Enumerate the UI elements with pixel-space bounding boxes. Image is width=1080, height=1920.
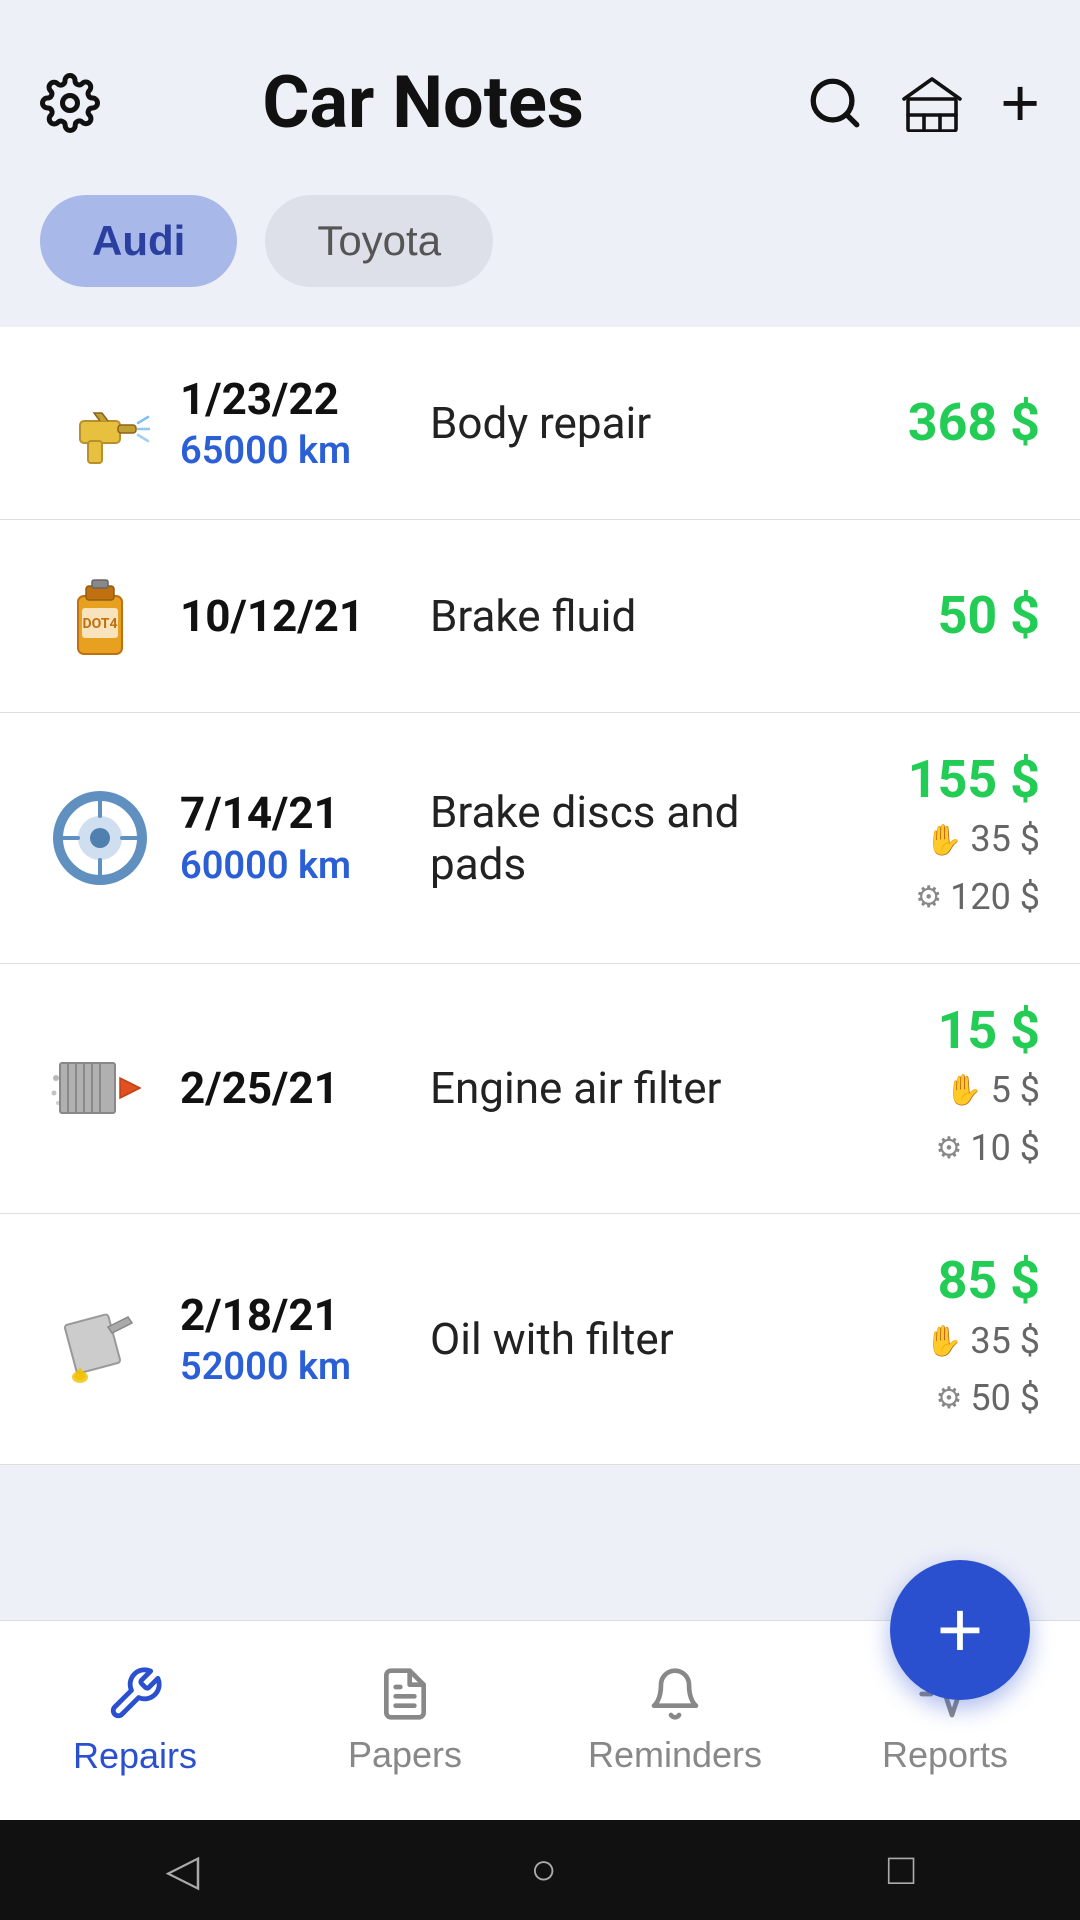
labor-icon: ✋ bbox=[925, 823, 962, 858]
tab-audi[interactable]: Audi bbox=[40, 195, 237, 287]
repair-date-section: 10/12/21 bbox=[180, 590, 400, 643]
repair-date: 1/23/22 bbox=[180, 373, 400, 426]
repair-labor-cost: 5 $ bbox=[991, 1062, 1040, 1120]
repair-icon-filter bbox=[40, 1028, 160, 1148]
header: Car Notes + bbox=[0, 0, 1080, 175]
labor-icon: ✋ bbox=[925, 1324, 962, 1359]
repair-item-air-filter[interactable]: 2/25/21 Engine air filter 15 $ ✋ 5 $ ⚙ 1… bbox=[0, 964, 1080, 1215]
labor-icon: ✋ bbox=[945, 1073, 982, 1108]
svg-text:DOT4: DOT4 bbox=[82, 616, 117, 632]
search-button[interactable] bbox=[806, 74, 864, 132]
repair-name: Brake fluid bbox=[430, 590, 800, 642]
repair-list: 1/23/22 65000 km Body repair 368 $ DOT4 … bbox=[0, 327, 1080, 1465]
repair-cost: 15 $ ✋ 5 $ ⚙ 10 $ bbox=[820, 1000, 1040, 1178]
repair-labor: ✋ 35 $ bbox=[820, 811, 1040, 869]
repair-item-brake-discs[interactable]: 7/14/21 60000 km Brake discs and pads 15… bbox=[0, 713, 1080, 964]
repair-total: 50 $ bbox=[820, 585, 1040, 647]
repair-labor: ✋ 5 $ bbox=[820, 1062, 1040, 1120]
repair-labor-cost: 35 $ bbox=[970, 1313, 1040, 1371]
papers-icon bbox=[377, 1666, 433, 1722]
repair-km: 60000 km bbox=[180, 844, 400, 888]
repair-total: 85 $ bbox=[820, 1250, 1040, 1312]
repair-name: Engine air filter bbox=[430, 1062, 800, 1114]
nav-reminders[interactable]: Reminders bbox=[540, 1621, 810, 1820]
repair-date-section: 7/14/21 60000 km bbox=[180, 787, 400, 888]
nav-repairs[interactable]: Repairs bbox=[0, 1621, 270, 1820]
repair-date: 2/18/21 bbox=[180, 1289, 400, 1342]
repair-item-body-repair[interactable]: 1/23/22 65000 km Body repair 368 $ bbox=[0, 327, 1080, 520]
add-repair-fab[interactable]: + bbox=[890, 1560, 1030, 1700]
nav-papers[interactable]: Papers bbox=[270, 1621, 540, 1820]
repair-cost: 50 $ bbox=[820, 585, 1040, 647]
nav-repairs-label: Repairs bbox=[73, 1735, 197, 1777]
repair-parts: ⚙ 120 $ bbox=[820, 869, 1040, 927]
nav-papers-label: Papers bbox=[348, 1734, 462, 1776]
repair-parts-cost: 50 $ bbox=[970, 1370, 1040, 1428]
bell-icon bbox=[647, 1666, 703, 1722]
repair-parts: ⚙ 50 $ bbox=[820, 1370, 1040, 1428]
parts-icon: ⚙ bbox=[915, 880, 942, 915]
repair-date-section: 2/18/21 52000 km bbox=[180, 1289, 400, 1390]
parts-icon: ⚙ bbox=[935, 1131, 962, 1166]
repair-item-oil-filter[interactable]: 2/18/21 52000 km Oil with filter 85 $ ✋ … bbox=[0, 1214, 1080, 1465]
repair-icon-fluid: DOT4 bbox=[40, 556, 160, 676]
repair-cost: 155 $ ✋ 35 $ ⚙ 120 $ bbox=[820, 749, 1040, 927]
repair-item-brake-fluid[interactable]: DOT4 10/12/21 Brake fluid 50 $ bbox=[0, 520, 1080, 713]
car-filter-tabs: Audi Toyota bbox=[0, 175, 1080, 317]
repair-icon-disc bbox=[40, 778, 160, 898]
add-header-button[interactable]: + bbox=[1000, 64, 1040, 142]
repair-cost: 85 $ ✋ 35 $ ⚙ 50 $ bbox=[820, 1250, 1040, 1428]
wrench-icon bbox=[106, 1665, 164, 1723]
repair-parts-cost: 120 $ bbox=[950, 869, 1040, 927]
repair-icon-spray bbox=[40, 363, 160, 483]
repair-name: Body repair bbox=[430, 397, 800, 449]
android-home[interactable]: ○ bbox=[530, 1845, 557, 1895]
repair-name: Brake discs and pads bbox=[430, 786, 800, 890]
repair-date: 2/25/21 bbox=[180, 1062, 400, 1115]
repair-total: 155 $ bbox=[820, 749, 1040, 811]
repair-total: 368 $ bbox=[820, 392, 1040, 454]
repair-km: 65000 km bbox=[180, 429, 400, 473]
repair-name: Oil with filter bbox=[430, 1313, 800, 1365]
repair-cost: 368 $ bbox=[820, 392, 1040, 454]
repair-labor-cost: 35 $ bbox=[970, 811, 1040, 869]
page-title: Car Notes bbox=[40, 60, 806, 145]
repair-labor: ✋ 35 $ bbox=[820, 1313, 1040, 1371]
parts-icon: ⚙ bbox=[935, 1381, 962, 1416]
nav-reports-label: Reports bbox=[882, 1734, 1008, 1776]
repair-date: 10/12/21 bbox=[180, 590, 400, 643]
repair-total: 15 $ bbox=[820, 1000, 1040, 1062]
repair-date-section: 1/23/22 65000 km bbox=[180, 373, 400, 474]
repair-parts: ⚙ 10 $ bbox=[820, 1120, 1040, 1178]
repair-icon-oil bbox=[40, 1279, 160, 1399]
header-actions: + bbox=[806, 64, 1040, 142]
garage-button[interactable] bbox=[900, 74, 964, 132]
tab-toyota[interactable]: Toyota bbox=[265, 195, 493, 287]
android-recent[interactable]: □ bbox=[888, 1845, 915, 1895]
repair-date: 7/14/21 bbox=[180, 787, 400, 840]
repair-km: 52000 km bbox=[180, 1345, 400, 1389]
repair-parts-cost: 10 $ bbox=[970, 1120, 1040, 1178]
android-back[interactable]: ◁ bbox=[166, 1845, 200, 1896]
repair-date-section: 2/25/21 bbox=[180, 1062, 400, 1115]
nav-reminders-label: Reminders bbox=[588, 1734, 762, 1776]
android-nav-bar: ◁ ○ □ bbox=[0, 1820, 1080, 1920]
